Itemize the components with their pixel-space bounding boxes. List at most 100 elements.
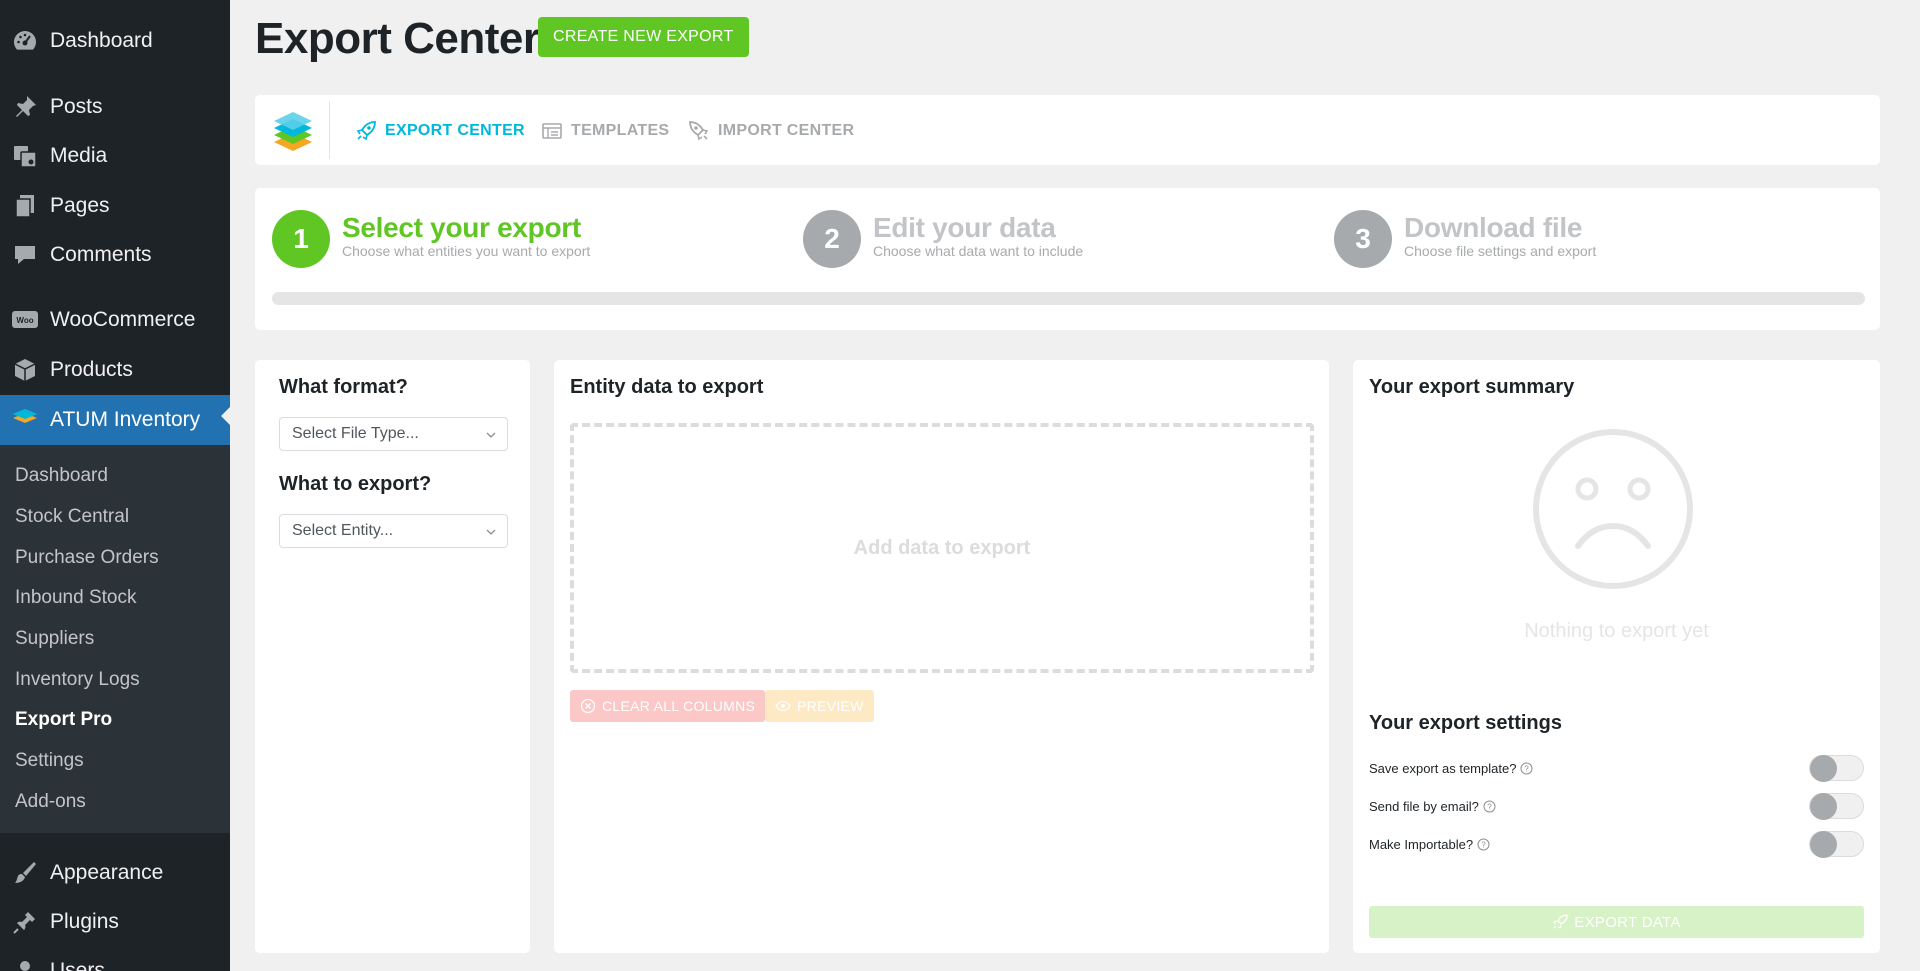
step-number: 3 xyxy=(1334,210,1392,268)
woo-icon: Woo xyxy=(11,306,39,334)
setting-send-email: Send file by email? ? xyxy=(1369,792,1864,820)
template-icon xyxy=(541,120,563,142)
menu-item-products[interactable]: Products xyxy=(0,350,230,390)
help-icon[interactable]: ? xyxy=(1483,800,1496,813)
toggle-knob xyxy=(1810,755,1837,782)
import-rocket-icon xyxy=(688,120,710,142)
file-type-placeholder: Select File Type... xyxy=(292,425,419,442)
export-label: EXPORT DATA xyxy=(1574,913,1681,931)
preview-button[interactable]: PREVIEW xyxy=(765,690,874,722)
entity-placeholder: Select Entity... xyxy=(292,522,394,539)
make-importable-toggle[interactable] xyxy=(1809,831,1864,858)
menu-label: Dashboard xyxy=(50,29,153,52)
menu-item-users[interactable]: Users xyxy=(0,951,230,971)
pages-icon xyxy=(11,192,39,220)
menu-label: ATUM Inventory xyxy=(50,408,201,431)
submenu-add-ons[interactable]: Add-ons xyxy=(15,791,86,813)
setting-label: Make Importable? xyxy=(1369,836,1474,852)
toggle-knob xyxy=(1810,831,1837,858)
setting-save-template: Save export as template? ? xyxy=(1369,754,1864,782)
create-new-export-button[interactable]: CREATE NEW EXPORT xyxy=(538,17,749,57)
svg-text:?: ? xyxy=(1525,764,1530,773)
setting-label: Save export as template? xyxy=(1369,760,1517,776)
empty-summary-text: Nothing to export yet xyxy=(1524,620,1709,642)
export-nav-bar: EXPORT CENTER TEMPLATES IMPORT CENTER xyxy=(255,95,1880,165)
menu-item-dashboard[interactable]: Dashboard xyxy=(0,21,230,61)
dropzone-text: Add data to export xyxy=(853,536,1031,559)
dashboard-icon xyxy=(11,27,39,55)
rocket-icon xyxy=(1552,914,1568,930)
settings-heading: Your export settings xyxy=(1369,712,1562,734)
submenu-inventory-logs[interactable]: Inventory Logs xyxy=(15,669,140,691)
export-dropzone[interactable]: Add data to export xyxy=(570,423,1314,673)
menu-label: Pages xyxy=(50,194,110,217)
step-title: Edit your data xyxy=(873,212,1056,243)
sad-face-icon xyxy=(1532,428,1694,590)
menu-item-appearance[interactable]: Appearance xyxy=(0,853,230,893)
step-subtitle: Choose what entities you want to export xyxy=(342,243,591,259)
menu-label: Plugins xyxy=(50,910,119,933)
summary-heading: Your export summary xyxy=(1369,376,1575,398)
chevron-down-icon xyxy=(485,525,497,537)
rocket-icon xyxy=(355,120,377,142)
menu-item-pages[interactable]: Pages xyxy=(0,186,230,226)
tab-export-center[interactable]: EXPORT CENTER xyxy=(355,119,525,143)
menu-label: Appearance xyxy=(50,861,164,884)
tab-label: TEMPLATES xyxy=(571,122,670,139)
entity-select[interactable]: Select Entity... xyxy=(279,514,508,548)
step-number: 1 xyxy=(272,210,330,268)
menu-label: Posts xyxy=(50,95,103,118)
toggle-knob xyxy=(1810,793,1837,820)
submenu-dashboard[interactable]: Dashboard xyxy=(15,465,108,487)
menu-item-comments[interactable]: Comments xyxy=(0,235,230,275)
step-title: Download file xyxy=(1404,212,1583,243)
step-subtitle: Choose what data want to include xyxy=(873,243,1084,259)
save-template-toggle[interactable] xyxy=(1809,755,1864,782)
pin-icon xyxy=(11,93,39,121)
clear-all-columns-button[interactable]: CLEAR ALL COLUMNS xyxy=(570,690,766,722)
submenu-settings[interactable]: Settings xyxy=(15,750,84,772)
tab-import-center[interactable]: IMPORT CENTER xyxy=(688,119,854,143)
setting-label: Send file by email? xyxy=(1369,798,1479,814)
entity-data-heading: Entity data to export xyxy=(570,376,764,398)
chevron-down-icon xyxy=(485,428,497,440)
menu-item-woocommerce[interactable]: Woo WooCommerce xyxy=(0,300,230,340)
menu-item-atum-inventory[interactable]: ATUM Inventory xyxy=(0,395,230,445)
comment-icon xyxy=(11,241,39,269)
eye-icon xyxy=(775,698,791,714)
menu-item-plugins[interactable]: Plugins xyxy=(0,902,230,942)
submenu-purchase-orders[interactable]: Purchase Orders xyxy=(15,547,159,569)
menu-item-media[interactable]: Media xyxy=(0,136,230,176)
submenu-inbound-stock[interactable]: Inbound Stock xyxy=(15,587,136,609)
tab-templates[interactable]: TEMPLATES xyxy=(541,119,669,143)
box-icon xyxy=(11,356,39,384)
svg-text:?: ? xyxy=(1487,802,1492,811)
brush-icon xyxy=(11,859,39,887)
send-email-toggle[interactable] xyxy=(1809,793,1864,820)
menu-item-posts[interactable]: Posts xyxy=(0,87,230,127)
submenu-suppliers[interactable]: Suppliers xyxy=(15,628,94,650)
media-icon xyxy=(11,142,39,170)
entity-data-panel: Entity data to export Add data to export… xyxy=(554,360,1329,953)
svg-text:?: ? xyxy=(1481,840,1486,849)
tab-label: IMPORT CENTER xyxy=(718,122,855,139)
help-icon[interactable]: ? xyxy=(1477,838,1490,851)
preview-label: PREVIEW xyxy=(797,698,864,714)
step-title: Select your export xyxy=(342,212,581,243)
submenu-stock-central[interactable]: Stock Central xyxy=(15,506,129,528)
file-type-select[interactable]: Select File Type... xyxy=(279,417,508,451)
help-icon[interactable]: ? xyxy=(1520,762,1533,775)
page-title: Export Center xyxy=(255,14,540,63)
atum-icon xyxy=(11,406,39,434)
submenu-export-pro[interactable]: Export Pro xyxy=(15,709,112,731)
export-summary-panel: Your export summary Nothing to export ye… xyxy=(1353,360,1880,953)
step-number: 2 xyxy=(803,210,861,268)
svg-text:Woo: Woo xyxy=(16,316,33,325)
menu-label: Users xyxy=(50,959,105,971)
menu-label: Comments xyxy=(50,243,152,266)
export-data-button[interactable]: EXPORT DATA xyxy=(1369,906,1864,938)
format-heading: What format? xyxy=(279,376,408,398)
entity-heading: What to export? xyxy=(279,473,432,495)
menu-label: WooCommerce xyxy=(50,308,196,331)
steps-progress-bar xyxy=(272,292,1865,305)
